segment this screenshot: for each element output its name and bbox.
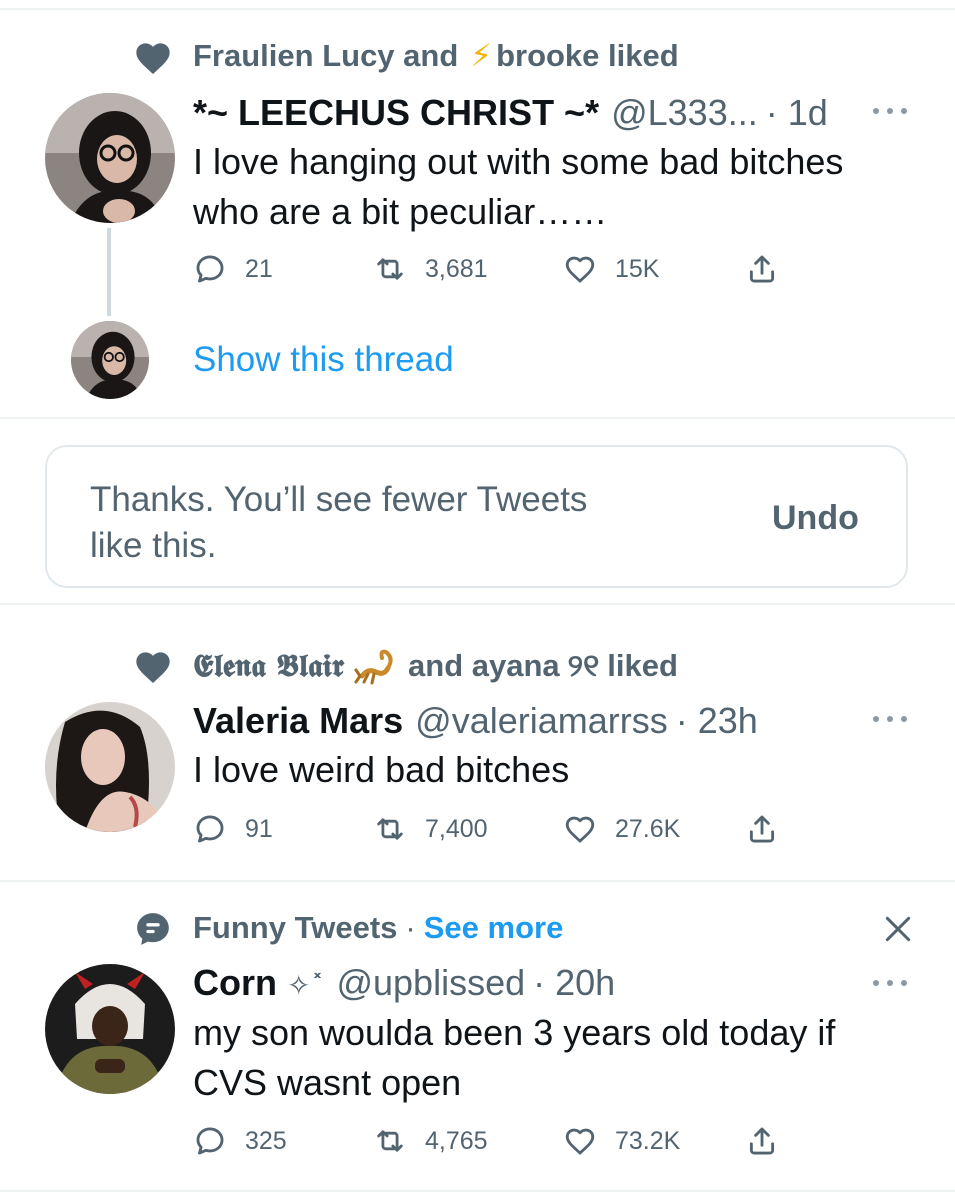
scorpion-emoji	[354, 649, 393, 685]
topic-icon	[137, 913, 169, 945]
topic-context: Funny Tweets · See more	[193, 910, 563, 946]
tweet-actions: 325 4,765 73.2K	[193, 1124, 793, 1160]
undo-button[interactable]: Undo	[772, 499, 859, 538]
social-context-text-2: brooke liked	[496, 38, 679, 73]
feedback-message-line: Thanks. You’ll see fewer Tweets	[90, 480, 588, 519]
share-icon	[749, 1127, 775, 1155]
more-options-icon[interactable]	[873, 714, 907, 724]
feedback-message: Thanks. You’ll see fewer Tweets like thi…	[90, 477, 587, 569]
divider	[0, 880, 955, 882]
tweet-text: I love weird bad bitches	[193, 745, 913, 795]
retweet-button[interactable]: 7,400	[373, 812, 488, 846]
retweet-button[interactable]: 4,765	[373, 1124, 488, 1158]
share-icon	[749, 255, 775, 283]
timestamp[interactable]: · 23h	[676, 700, 758, 742]
show-thread-link[interactable]: Show this thread	[193, 340, 454, 380]
avatar-valeria[interactable]	[45, 702, 175, 832]
tweet-text-line: my son woulda been 3 years old today if	[193, 1012, 836, 1053]
feedback-message-line: like this.	[90, 526, 217, 565]
social-context-text-2: liked	[607, 648, 678, 683]
heart-outline-icon	[565, 256, 595, 283]
reply-count: 325	[245, 1126, 287, 1155]
reply-icon	[196, 255, 224, 283]
more-options-icon[interactable]	[873, 106, 907, 116]
handle[interactable]: @L333...	[611, 92, 758, 134]
social-context-text: and ayana	[408, 648, 560, 683]
tweet-actions: 21 3,681 15K	[193, 252, 793, 288]
heart-filled-icon	[136, 43, 170, 74]
divider	[0, 603, 955, 605]
divider	[0, 417, 955, 419]
reply-icon	[196, 815, 224, 843]
avatar-leechus[interactable]	[45, 93, 175, 223]
avatar-corn[interactable]	[45, 964, 175, 1094]
tweet-text-line: I love hanging out with some bad bitches	[193, 141, 844, 182]
tweet-header: *~ LEECHUS CHRIST ~* @L333... · 1d	[193, 92, 828, 134]
retweet-count: 3,681	[425, 254, 488, 283]
retweet-count: 7,400	[425, 814, 488, 843]
social-context[interactable]: 𝕰𝖑𝖊𝖓𝖆 𝕭𝖑𝖆𝖎𝖗 and ayana ୨୧ liked	[193, 646, 678, 686]
close-icon[interactable]	[882, 913, 914, 945]
retweet-icon	[377, 1130, 403, 1152]
heart-outline-icon	[565, 1128, 595, 1155]
heart-outline-icon	[565, 816, 595, 843]
handle[interactable]: @upblissed	[336, 962, 525, 1004]
tweet-text-line: CVS wasnt open	[193, 1062, 462, 1103]
tweet-header: Corn ✧˟ @upblissed · 20h	[193, 962, 615, 1004]
social-context-name: 𝕰𝖑𝖊𝖓𝖆 𝕭𝖑𝖆𝖎𝖗	[193, 647, 345, 684]
top-divider	[0, 8, 955, 10]
bottom-divider	[0, 1190, 955, 1192]
tweet-text-line: who are a bit peculiar……	[193, 191, 608, 232]
retweet-count: 4,765	[425, 1126, 488, 1155]
tweet-text: I love hanging out with some bad bitches…	[193, 137, 913, 237]
social-context-text: Fraulien Lucy and	[193, 38, 459, 73]
like-button[interactable]: 15K	[563, 252, 659, 286]
social-context[interactable]: Fraulien Lucy and ⚡ brooke liked	[193, 38, 679, 74]
handle[interactable]: @valeriamarrss	[415, 700, 668, 742]
tweet-header: Valeria Mars @valeriamarrss · 23h	[193, 700, 758, 742]
share-button[interactable]	[745, 252, 779, 286]
separator-dot: ·	[405, 910, 416, 945]
topic-name[interactable]: Funny Tweets	[193, 910, 397, 946]
timestamp[interactable]: · 1d	[766, 92, 828, 134]
retweet-icon	[377, 258, 403, 280]
reply-button[interactable]: 91	[193, 812, 273, 846]
lightning-emoji: ⚡	[470, 38, 493, 73]
display-name[interactable]: Corn	[193, 962, 277, 1004]
reply-icon	[196, 1127, 224, 1155]
tweet-text: my son woulda been 3 years old today if …	[193, 1008, 913, 1108]
like-count: 27.6K	[615, 814, 681, 843]
like-count: 15K	[615, 254, 660, 283]
display-name[interactable]: Valeria Mars	[193, 700, 403, 742]
display-name-glyphs: ✧˟	[287, 969, 325, 1002]
reply-count: 21	[245, 254, 273, 283]
tweet-actions: 91 7,400 27.6K	[193, 812, 793, 848]
reply-count: 91	[245, 814, 273, 843]
reply-button[interactable]: 325	[193, 1124, 287, 1158]
share-button[interactable]	[745, 1124, 779, 1158]
like-count: 73.2K	[615, 1126, 681, 1155]
retweet-button[interactable]: 3,681	[373, 252, 488, 286]
see-more-link[interactable]: See more	[424, 910, 564, 946]
more-options-icon[interactable]	[873, 978, 907, 988]
display-name[interactable]: *~ LEECHUS CHRIST ~*	[193, 92, 599, 134]
thread-line	[107, 228, 111, 316]
feedback-card: Thanks. You’ll see fewer Tweets like thi…	[45, 445, 908, 588]
social-context-glyph: ୨୧	[567, 647, 600, 684]
reply-button[interactable]: 21	[193, 252, 273, 286]
tweet-text-line: I love weird bad bitches	[193, 749, 570, 790]
share-icon	[749, 815, 775, 843]
timestamp[interactable]: · 20h	[533, 962, 615, 1004]
avatar-leechus-small[interactable]	[71, 321, 149, 399]
like-button[interactable]: 73.2K	[563, 1124, 680, 1158]
share-button[interactable]	[745, 812, 779, 846]
like-button[interactable]: 27.6K	[563, 812, 680, 846]
retweet-icon	[377, 818, 403, 840]
heart-filled-icon	[136, 652, 170, 683]
